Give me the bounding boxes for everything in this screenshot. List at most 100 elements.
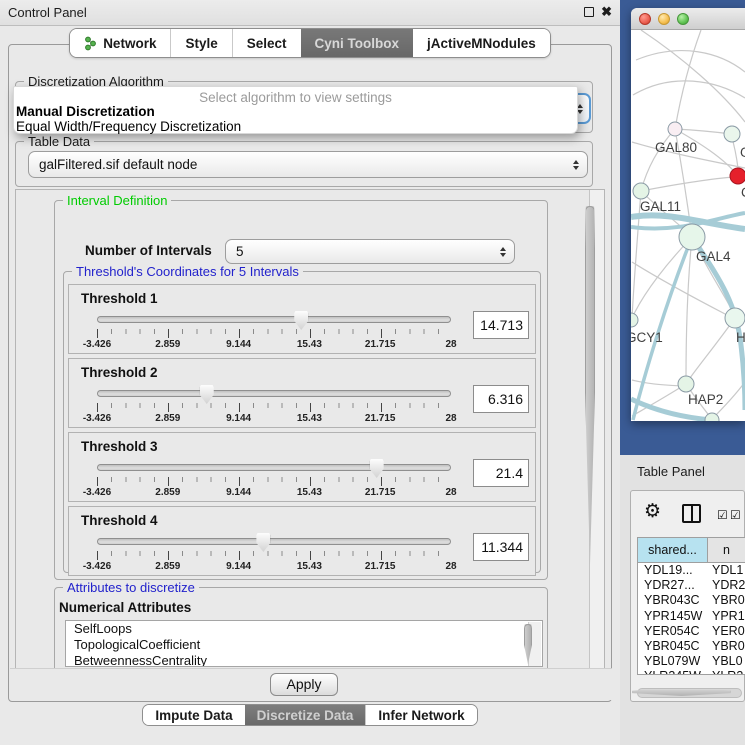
- threshold-3-value-input[interactable]: [473, 459, 529, 487]
- node-gal4: [679, 224, 705, 250]
- slider-track[interactable]: [97, 538, 451, 545]
- table-horizontal-scrollbar[interactable]: [637, 688, 742, 698]
- number-of-intervals-spinner[interactable]: 5: [225, 239, 515, 264]
- table-row[interactable]: YBR043CYBR0: [638, 593, 745, 608]
- table-row[interactable]: YDL19...YDL1: [638, 563, 745, 578]
- slider-thumb[interactable]: [200, 385, 214, 404]
- tab-jactivemnodules[interactable]: jActiveMNodules: [413, 29, 550, 57]
- threshold-1-value-input[interactable]: [473, 311, 529, 339]
- number-of-intervals-value: 5: [236, 244, 244, 259]
- checkbox-checked-icon[interactable]: ☑: [717, 508, 728, 522]
- tab-cyni-toolbox[interactable]: Cyni Toolbox: [301, 29, 414, 57]
- threshold-3-slider[interactable]: -3.426 2.859 9.144 15.43 21.715 28: [97, 459, 451, 501]
- checkbox-checked-icon[interactable]: ☑: [730, 508, 741, 522]
- settings-vertical-scrollbar[interactable]: [589, 190, 604, 668]
- table-row[interactable]: YER054CYER0: [638, 624, 745, 639]
- table-row[interactable]: YBR045CYBR0: [638, 639, 745, 654]
- interval-definition-title: Interval Definition: [63, 193, 171, 208]
- numerical-attributes-label: Numerical Attributes: [59, 600, 191, 615]
- apply-button[interactable]: Apply: [270, 673, 338, 696]
- table-data-group: Table Data galFiltered.sif default node: [15, 141, 593, 187]
- columns-icon[interactable]: [682, 504, 701, 523]
- table-row[interactable]: YDR27...YDR2: [638, 578, 745, 593]
- list-item[interactable]: TopologicalCoefficient: [66, 637, 542, 653]
- network-view-window: GAL80 G C GAL11 GAL4 GCY1 H HAP2: [631, 8, 745, 421]
- node-h: [725, 308, 745, 328]
- cyni-toolbox-panel: Discretization Algorithm Table Data galF…: [8, 44, 612, 702]
- tab-network[interactable]: Network: [70, 29, 170, 57]
- node-label: G: [740, 145, 745, 160]
- table-toolbar: ⚙ ☑ ☑: [631, 491, 744, 535]
- node-gal80: [668, 122, 682, 136]
- table-data-group-title: Table Data: [24, 134, 94, 149]
- threshold-1-slider[interactable]: -3.426 2.859 9.144 15.43 21.715 28: [97, 311, 451, 353]
- attributes-group: Attributes to discretize Numerical Attri…: [54, 587, 548, 669]
- list-item[interactable]: SelfLoops: [66, 621, 542, 637]
- node-gal11: [633, 183, 649, 199]
- slider-track[interactable]: [97, 316, 451, 323]
- combo-arrows-icon: [573, 160, 579, 170]
- node-red-selected: [730, 168, 745, 184]
- settings-scroll-area: Interval Definition Number of Intervals …: [15, 189, 605, 669]
- threshold-2-slider[interactable]: -3.426 2.859 9.144 15.43 21.715 28: [97, 385, 451, 427]
- network-window-titlebar: [631, 8, 745, 30]
- threshold-2-value-input[interactable]: [473, 385, 529, 413]
- threshold-label: Threshold 4: [81, 513, 158, 528]
- numerical-attributes-list[interactable]: SelfLoops TopologicalCoefficient Between…: [65, 620, 543, 667]
- dropdown-item-equal-width-frequency[interactable]: Equal Width/Frequency Discretization: [16, 119, 241, 134]
- table-panel: Table Panel ⚙ ☑ ☑ shared... n YDL19...YD…: [620, 455, 745, 745]
- node-label: HAP2: [688, 392, 723, 407]
- tab-select[interactable]: Select: [232, 29, 301, 57]
- control-panel-tabbar: Network Style Select Cyni Toolbox jActiv…: [0, 28, 620, 58]
- tab-discretize-data[interactable]: Discretize Data: [245, 705, 366, 725]
- node-label: GCY1: [631, 330, 663, 345]
- threshold-label: Threshold 1: [81, 291, 158, 306]
- control-panel-titlebar: Control Panel ✖: [0, 0, 620, 26]
- control-panel-title: Control Panel: [8, 5, 87, 20]
- scrollbar-thumb[interactable]: [632, 690, 731, 696]
- close-icon[interactable]: ✖: [601, 6, 612, 17]
- interval-definition-group: Interval Definition Number of Intervals …: [54, 200, 548, 580]
- node-attribute-table[interactable]: shared... n YDL19...YDL1 YDR27...YDR2 YB…: [637, 537, 745, 675]
- gear-icon[interactable]: ⚙: [644, 500, 661, 522]
- control-panel: Control Panel ✖ Network Styl: [0, 0, 620, 745]
- network-icon: [84, 36, 97, 51]
- mac-close-icon[interactable]: [639, 13, 651, 25]
- list-item[interactable]: BetweennessCentrality: [66, 653, 542, 667]
- slider-thumb[interactable]: [256, 533, 270, 552]
- node-label: GAL80: [655, 140, 697, 155]
- tab-style[interactable]: Style: [170, 29, 231, 57]
- mac-minimize-icon[interactable]: [658, 13, 670, 25]
- table-panel-title: Table Panel: [637, 464, 705, 479]
- column-header-shared[interactable]: shared...: [638, 538, 708, 562]
- threshold-label: Threshold 3: [81, 439, 158, 454]
- table-row[interactable]: YBL079WYBL0: [638, 654, 745, 669]
- table-data-combobox[interactable]: galFiltered.sif default node: [28, 151, 588, 178]
- mac-zoom-icon[interactable]: [677, 13, 689, 25]
- column-header-name[interactable]: n: [708, 538, 745, 562]
- node-label: GAL11: [640, 199, 681, 214]
- right-column: GAL80 G C GAL11 GAL4 GCY1 H HAP2 Table P…: [620, 0, 745, 745]
- scrollbar-thumb[interactable]: [585, 206, 595, 564]
- slider-thumb[interactable]: [294, 311, 308, 330]
- threshold-4-slider[interactable]: -3.426 2.859 9.144 15.43 21.715 28: [97, 533, 451, 575]
- attributes-list-scrollbar[interactable]: [528, 622, 541, 667]
- network-canvas[interactable]: GAL80 G C GAL11 GAL4 GCY1 H HAP2: [631, 30, 745, 421]
- slider-track[interactable]: [97, 390, 451, 397]
- tab-impute-data[interactable]: Impute Data: [143, 705, 244, 725]
- tab-infer-network[interactable]: Infer Network: [365, 705, 476, 725]
- threshold-4-value-input[interactable]: [473, 533, 529, 561]
- thresholds-group: Threshold's Coordinates for 5 Intervals …: [63, 271, 541, 573]
- cyni-bottom-tabbar: Impute Data Discretize Data Infer Networ…: [0, 704, 620, 726]
- table-row[interactable]: YLR345WYLR3: [638, 669, 745, 675]
- slider-thumb[interactable]: [370, 459, 384, 478]
- threshold-panel-3: Threshold 3 -3.426 2.859 9.144: [68, 432, 536, 502]
- slider-track[interactable]: [97, 464, 451, 471]
- table-row[interactable]: YPR145WYPR1: [638, 609, 745, 624]
- tab-network-label: Network: [103, 36, 156, 51]
- dropdown-hint-item[interactable]: Select algorithm to view settings: [14, 90, 577, 105]
- float-window-icon[interactable]: [584, 7, 594, 17]
- dropdown-item-manual-discretization[interactable]: Manual Discretization: [16, 104, 155, 119]
- spinner-arrows-icon: [500, 247, 506, 257]
- threshold-panel-2: Threshold 2 -3.426 2.859 9.144: [68, 358, 536, 428]
